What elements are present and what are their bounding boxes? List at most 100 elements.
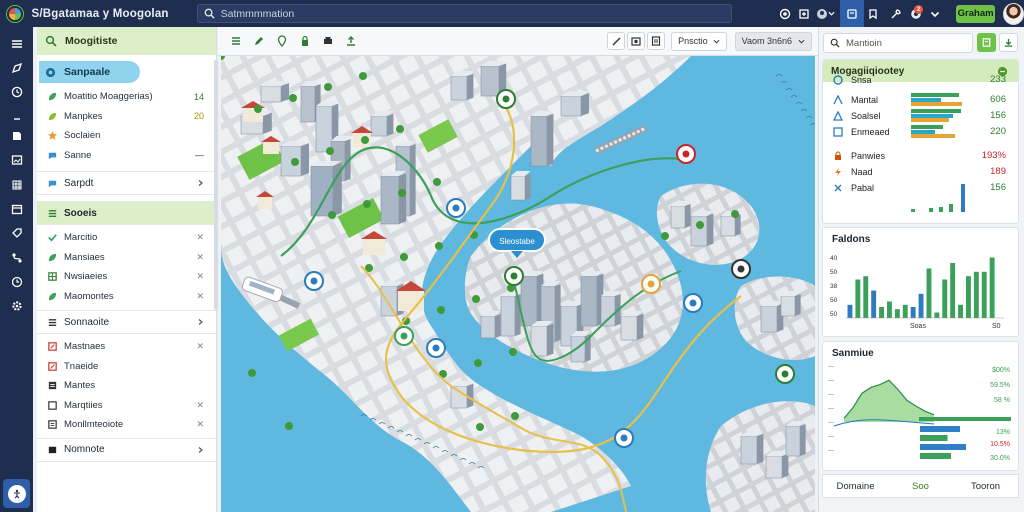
right-search[interactable]: [823, 33, 973, 53]
remove-icon[interactable]: ✕: [196, 400, 204, 411]
list-item[interactable]: Nwsiaeies ✕: [37, 267, 216, 287]
tab-tooron[interactable]: Tooron: [953, 481, 1018, 492]
tab-domaine[interactable]: Domaine: [823, 481, 888, 492]
list-item[interactable]: Mansiaes ✕: [37, 248, 216, 268]
download-button[interactable]: [999, 33, 1018, 52]
metric-row[interactable]: Mantal 606: [823, 92, 1020, 107]
layers-icon: [847, 8, 857, 19]
pin-button[interactable]: [272, 31, 292, 51]
search-input[interactable]: [220, 7, 732, 20]
calendar-icon: [11, 204, 22, 214]
tree: [400, 253, 408, 261]
remove-icon[interactable]: ✕: [196, 419, 204, 430]
metric-label: Enmeaed: [851, 126, 890, 137]
list-icon: [48, 209, 57, 217]
list-item[interactable]: Maomontes ✕: [37, 287, 216, 307]
list-item[interactable]: Mastnaes ✕: [37, 337, 216, 357]
notifications-button[interactable]: 2: [906, 4, 925, 24]
accessibility-button[interactable]: [3, 479, 30, 508]
list-item[interactable]: Manpkes 20: [37, 107, 216, 127]
mode-select[interactable]: Pnsctio: [671, 31, 727, 51]
left-panel-scrollbar[interactable]: [214, 60, 218, 310]
tab-soo[interactable]: Soo: [888, 481, 953, 492]
metric-row[interactable]: Snsa 233: [823, 72, 1020, 87]
save-button[interactable]: [864, 4, 883, 24]
rail-docs-button[interactable]: [8, 127, 25, 144]
y-tick-mark: —: [828, 420, 834, 426]
print-button[interactable]: [318, 31, 338, 51]
section-header-sonnaoite[interactable]: Sonnaoite: [37, 310, 216, 334]
list-item[interactable]: Marcitio ✕: [37, 228, 216, 248]
bar: [926, 268, 932, 318]
lock-icon: [835, 151, 841, 160]
active-category-pill[interactable]: Sanpaale: [39, 61, 140, 83]
global-search[interactable]: [196, 4, 733, 23]
layers-button[interactable]: [840, 0, 864, 27]
rail-menu-button[interactable]: [8, 35, 25, 52]
metric-label: Pabal: [851, 182, 875, 193]
metric-row[interactable]: Soalsel 156: [823, 108, 1020, 123]
rail-explore-button[interactable]: [8, 59, 25, 76]
percent-label: 13%: [996, 429, 1010, 436]
tree: [291, 158, 299, 166]
list-item[interactable]: Mantes: [37, 376, 216, 396]
sarpdt-row[interactable]: Sarpdt: [37, 171, 216, 195]
rail-images-button[interactable]: [8, 151, 25, 168]
share-button[interactable]: [794, 4, 813, 24]
screenshot-button[interactable]: [627, 32, 646, 50]
remove-icon[interactable]: ✕: [196, 252, 204, 263]
metric-row[interactable]: Panwies 193%: [823, 148, 1020, 163]
rail-calendar-button[interactable]: [8, 200, 25, 217]
lock-button[interactable]: [295, 31, 315, 51]
tree: [328, 211, 336, 219]
list-item[interactable]: Tnaeide: [37, 357, 216, 377]
building-side: [281, 83, 289, 102]
chevron-down-icon: [798, 39, 805, 44]
measure-button[interactable]: [607, 32, 626, 50]
metric-row[interactable]: Naad 189: [823, 164, 1020, 179]
download-icon: [1004, 38, 1013, 47]
circle-icon: [833, 74, 843, 85]
info-button[interactable]: [647, 32, 666, 50]
nomnote-row[interactable]: Nomnote: [37, 437, 216, 462]
avatar[interactable]: [1002, 2, 1024, 25]
metric-row[interactable]: Enmeaed 220: [823, 124, 1020, 139]
list-item[interactable]: Monllmteoiote ✕: [37, 415, 216, 435]
section-header-sooeis[interactable]: Sooeis: [37, 201, 216, 225]
sooeis-list: Marcitio ✕ Mansiaes ✕ Nwsiaeies ✕ Maomon…: [37, 228, 216, 306]
filter-button[interactable]: [977, 33, 996, 52]
cta-button[interactable]: Graham: [956, 4, 995, 23]
building: [720, 215, 736, 237]
list-item[interactable]: Sanne —: [37, 146, 216, 166]
building-side: [467, 73, 474, 100]
zoom-select[interactable]: Vaom 3n6n6: [734, 31, 812, 51]
export-button[interactable]: [341, 31, 361, 51]
list-item[interactable]: Soclaien: [37, 126, 216, 146]
remove-icon[interactable]: ✕: [196, 341, 204, 352]
rail-clock-button[interactable]: [8, 83, 25, 100]
remove-icon[interactable]: ✕: [196, 271, 204, 282]
rail-route-button[interactable]: [8, 249, 25, 266]
building-side: [301, 143, 309, 176]
location-button[interactable]: [775, 4, 794, 24]
remove-icon[interactable]: ✕: [196, 291, 204, 302]
draw-button[interactable]: [249, 31, 269, 51]
rail-grid-button[interactable]: [8, 176, 25, 193]
rail-dash-button[interactable]: [8, 110, 25, 127]
map-illustration[interactable]: Sleostabe: [221, 56, 815, 512]
leaf-icon: [48, 292, 57, 300]
list-item[interactable]: Moatitio Moaggerias) 14: [37, 87, 216, 107]
profile-menu-button[interactable]: [813, 4, 838, 24]
rail-settings-button[interactable]: [8, 297, 25, 314]
rail-history-button[interactable]: [8, 273, 25, 290]
rail-tag-button[interactable]: [8, 224, 25, 241]
remove-icon[interactable]: ✕: [196, 232, 204, 243]
right-search-input[interactable]: [846, 37, 966, 49]
list-view-button[interactable]: [226, 31, 246, 51]
map-canvas[interactable]: Sleostabe: [221, 56, 815, 512]
right-panel: Mogagiiqiootey Snsa233Mantal606Soalsel15…: [818, 27, 1024, 512]
expand-button[interactable]: [925, 4, 944, 24]
bar: [871, 290, 877, 318]
tools-button[interactable]: [887, 4, 906, 24]
list-item[interactable]: Marqtiies ✕: [37, 396, 216, 416]
